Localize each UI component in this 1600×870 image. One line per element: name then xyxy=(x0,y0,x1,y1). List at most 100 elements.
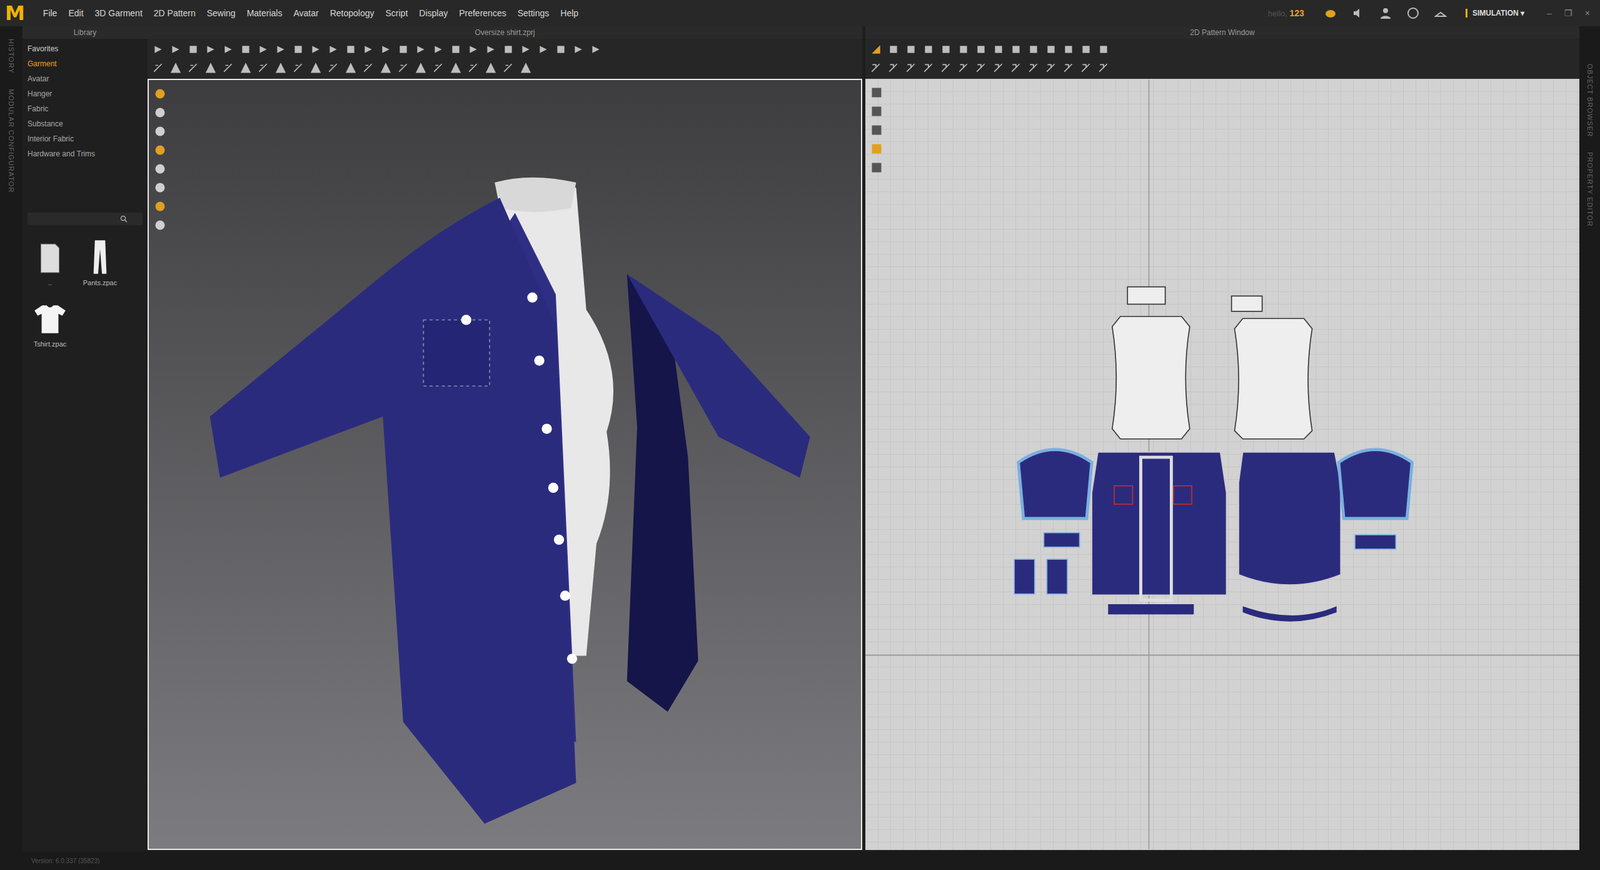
tool-icon[interactable] xyxy=(1010,43,1022,56)
tool-icon[interactable] xyxy=(292,43,304,56)
tool-icon[interactable] xyxy=(432,62,444,74)
menu-item[interactable]: Edit xyxy=(63,5,88,21)
pattern-tool-icon[interactable] xyxy=(870,105,883,118)
app-logo[interactable]: M xyxy=(5,1,26,26)
tool-icon[interactable] xyxy=(887,43,900,56)
tool-icon[interactable] xyxy=(905,62,917,74)
tool-icon[interactable] xyxy=(992,62,1005,74)
view-tool-icon[interactable] xyxy=(153,162,167,176)
tool-icon[interactable] xyxy=(240,62,252,74)
menu-item[interactable]: Help xyxy=(555,5,583,21)
pattern-tool-icon[interactable] xyxy=(870,142,883,156)
tool-icon[interactable] xyxy=(922,62,935,74)
pattern-tool-icon[interactable] xyxy=(870,123,883,137)
window-control[interactable]: – xyxy=(1541,8,1557,19)
menu-item[interactable]: Avatar xyxy=(288,5,323,21)
menu-item[interactable]: Settings xyxy=(513,5,554,21)
tool-icon[interactable] xyxy=(467,62,479,74)
tool-icon[interactable] xyxy=(415,62,427,74)
menu-item[interactable]: Script xyxy=(380,5,413,21)
tool-icon[interactable] xyxy=(485,62,497,74)
tool-icon[interactable] xyxy=(187,43,199,56)
tool-icon[interactable] xyxy=(397,43,409,56)
tool-icon[interactable] xyxy=(275,43,287,56)
menu-item[interactable]: Materials xyxy=(242,5,287,21)
tool-icon[interactable] xyxy=(1097,62,1110,74)
menu-item[interactable]: Sewing xyxy=(202,5,241,21)
search-field[interactable] xyxy=(27,212,143,226)
category-item[interactable]: Fabric xyxy=(27,101,148,117)
tool-icon[interactable] xyxy=(292,62,304,74)
side-tab[interactable]: HISTORY xyxy=(7,38,16,74)
category-item[interactable]: Avatar xyxy=(27,71,148,87)
tool-icon[interactable] xyxy=(205,62,217,74)
tool-icon[interactable] xyxy=(502,43,514,56)
tool-icon[interactable] xyxy=(205,43,217,56)
tool-icon[interactable] xyxy=(275,62,287,74)
garment-3d-render[interactable] xyxy=(148,80,861,849)
view-tool-icon[interactable] xyxy=(153,106,167,119)
tool-icon[interactable] xyxy=(572,43,584,56)
tool-icon[interactable] xyxy=(1010,62,1022,74)
tool-icon[interactable] xyxy=(870,43,882,56)
tool-icon[interactable] xyxy=(537,43,549,56)
tool-icon[interactable] xyxy=(432,43,444,56)
tool-icon[interactable] xyxy=(1080,62,1092,74)
tool-icon[interactable] xyxy=(905,43,917,56)
file-item[interactable]: Pants.zpac xyxy=(75,237,126,287)
3d-viewport[interactable] xyxy=(147,78,863,850)
tool-icon[interactable] xyxy=(257,62,269,74)
pattern-tool-icon[interactable] xyxy=(870,86,883,99)
pattern-canvas[interactable] xyxy=(865,78,1580,850)
tool-icon[interactable] xyxy=(1062,43,1075,56)
tool-icon[interactable] xyxy=(345,43,357,56)
tool-icon[interactable] xyxy=(380,62,392,74)
side-tab[interactable]: MODULAR CONFIGURATOR xyxy=(7,88,16,193)
menu-item[interactable]: 2D Pattern xyxy=(149,5,201,21)
tool-icon[interactable] xyxy=(362,62,374,74)
tool-icon[interactable] xyxy=(1027,62,1040,74)
tool-icon[interactable] xyxy=(1097,43,1110,56)
menu-item[interactable]: Display xyxy=(414,5,453,21)
tool-icon[interactable] xyxy=(152,43,164,56)
tool-icon[interactable] xyxy=(222,43,234,56)
view-tool-icon[interactable] xyxy=(153,200,167,213)
file-item[interactable]: Tshirt.zpac xyxy=(25,298,76,348)
tool-icon[interactable] xyxy=(170,62,182,74)
view-tool-icon[interactable] xyxy=(153,181,167,194)
menu-item[interactable]: Retopology xyxy=(325,5,379,21)
mode-dropdown[interactable]: SIMULATION ▾ xyxy=(1465,8,1525,18)
category-item[interactable]: Substance xyxy=(27,116,148,132)
tool-icon[interactable] xyxy=(887,62,900,74)
tool-icon[interactable] xyxy=(327,62,339,74)
tool-icon[interactable] xyxy=(222,62,234,74)
speaker-icon[interactable] xyxy=(1351,6,1365,20)
tool-icon[interactable] xyxy=(922,43,935,56)
user-icon[interactable] xyxy=(1379,6,1392,20)
tool-icon[interactable] xyxy=(1027,43,1040,56)
tool-icon[interactable] xyxy=(520,43,532,56)
menu-item[interactable]: Preferences xyxy=(454,5,511,21)
help-icon[interactable] xyxy=(1406,6,1420,20)
view-tool-icon[interactable] xyxy=(153,143,167,157)
tool-icon[interactable] xyxy=(257,43,269,56)
category-item[interactable]: Interior Fabric xyxy=(27,131,148,147)
tool-icon[interactable] xyxy=(345,62,357,74)
window-control[interactable]: × xyxy=(1579,8,1595,19)
pattern-pieces[interactable] xyxy=(865,78,1580,850)
tool-icon[interactable] xyxy=(327,43,339,56)
tool-icon[interactable] xyxy=(957,62,970,74)
tool-icon[interactable] xyxy=(485,43,497,56)
tool-icon[interactable] xyxy=(467,43,479,56)
cloud-icon[interactable] xyxy=(1324,6,1337,20)
view-tool-icon[interactable] xyxy=(153,87,167,101)
tool-icon[interactable] xyxy=(240,43,252,56)
tool-icon[interactable] xyxy=(380,43,392,56)
tool-icon[interactable] xyxy=(152,62,164,74)
category-item[interactable]: Hanger xyxy=(27,86,148,102)
tool-icon[interactable] xyxy=(992,43,1005,56)
tool-icon[interactable] xyxy=(590,43,602,56)
tool-icon[interactable] xyxy=(520,62,532,74)
tool-icon[interactable] xyxy=(975,62,987,74)
view-tool-icon[interactable] xyxy=(153,218,167,232)
